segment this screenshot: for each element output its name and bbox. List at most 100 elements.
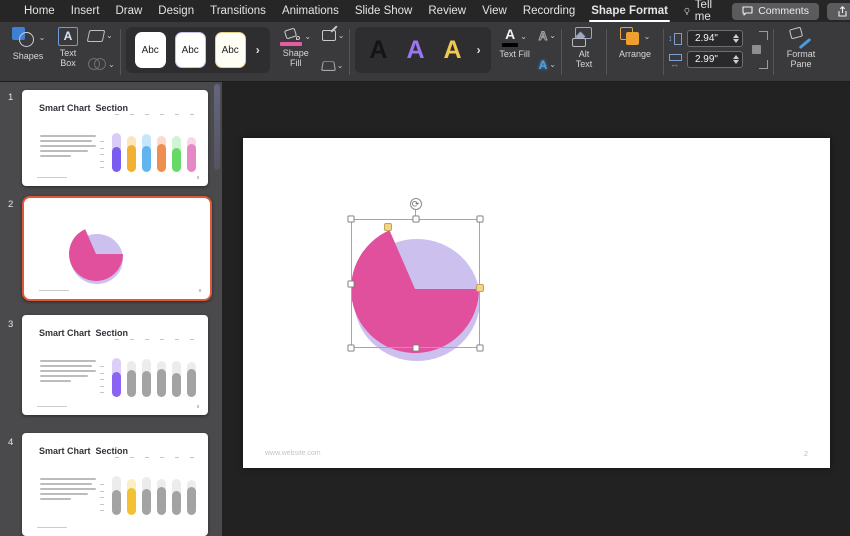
mini-chart-bar [187,339,196,397]
shape-style-option-1[interactable]: Abc [134,32,166,68]
menu-view[interactable]: View [482,5,507,17]
rotation-handle[interactable]: ⟳ [409,198,422,210]
text-fill-button[interactable]: A ⌄ Text Fill [496,27,534,60]
gallery-expand-icon[interactable]: › [255,43,261,57]
text-box-icon: A [58,27,78,46]
chevron-down-icon[interactable]: ⌄ [337,61,344,70]
slide-title: Smart Chart Section [39,103,129,113]
shape-width-field[interactable]: 2.99" [686,51,743,68]
tell-me[interactable]: Tell me [684,0,716,23]
resize-handle-sw[interactable] [347,344,355,352]
body-text-placeholder [40,360,96,382]
shape-adjust-handle-right[interactable] [476,284,484,292]
slide-thumbnail-2-selected[interactable] [22,196,212,301]
shapes-icon [11,27,37,49]
menu-transitions[interactable]: Transitions [210,5,266,17]
arrange-button[interactable]: ⌄ Arrange [612,27,658,60]
resize-handle-s[interactable] [412,344,419,352]
menu-shape-format[interactable]: Shape Format [589,5,670,22]
chevron-down-icon[interactable]: ⌄ [39,34,46,42]
shape-width-icon [668,53,683,69]
chevron-down-icon[interactable]: ⌄ [549,32,556,40]
format-pane-button[interactable]: Format Pane [779,26,823,70]
resize-handle-nw[interactable] [347,215,355,223]
slide-page-number: 2 [803,449,808,458]
slide-editor[interactable]: ⟳ www.website.com 2 [243,138,830,468]
alt-text-button[interactable]: Alt Text [567,27,601,70]
shape-styles-gallery: Abc Abc Abc › [125,27,270,73]
mini-bar-chart [100,114,196,172]
chevron-down-icon[interactable]: ⌄ [644,33,651,41]
resize-handle-n[interactable] [412,215,419,223]
text-fill-label: Text Fill [499,49,530,59]
width-stepper[interactable] [732,55,739,64]
lock-aspect-ratio-toggle[interactable] [751,31,768,69]
shape-effects-icon [320,61,336,72]
chevron-down-icon[interactable]: ⌄ [549,61,556,69]
slide-thumbnail-1[interactable]: Smart Chart Section [22,90,208,186]
wordart-option-3[interactable]: A [439,37,467,63]
wordart-option-2[interactable]: A [401,37,429,63]
mini-chart-bar [172,457,181,515]
lightbulb-icon [684,7,690,15]
wordart-option-1[interactable]: A [364,37,392,63]
share-button[interactable]: Share [826,2,850,20]
chevron-down-icon[interactable]: ⌄ [106,32,113,40]
footer-placeholder [37,176,67,178]
text-effects-button[interactable]: A ⌄ [539,59,556,71]
mini-chart-bar [142,114,151,172]
slide-canvas-area: ⟳ www.website.com 2 [222,82,850,536]
pie-shape-layer [351,230,480,361]
shape-height-field[interactable]: 2.94" [686,30,743,47]
gallery-expand-icon[interactable]: › [476,43,482,57]
shape-outline-button[interactable]: ⌄ [321,30,345,41]
shape-edit-group: ⌄ ⌄ [86,27,115,71]
shape-adjust-handle-top[interactable] [384,223,392,231]
slide-thumbnail-4[interactable]: Smart Chart Section [22,433,208,536]
body-text-placeholder [40,478,96,500]
mini-chart-bar [112,114,121,172]
menu-insert[interactable]: Insert [71,5,100,17]
edit-shape-button[interactable]: ⌄ [86,30,115,42]
edit-shape-icon [86,30,106,42]
chevron-down-icon[interactable]: ⌄ [338,31,345,40]
menu-review[interactable]: Review [428,5,466,17]
slide-footer-url: www.website.com [265,450,321,457]
menu-design[interactable]: Design [158,5,194,17]
merge-shapes-button[interactable]: ⌄ [88,58,115,71]
menu-home[interactable]: Home [24,5,55,17]
menu-recording[interactable]: Recording [523,5,575,17]
resize-handle-se[interactable] [476,344,484,352]
slide-title: Smart Chart Section [39,328,129,338]
chart-y-axis [100,141,104,168]
menu-animations[interactable]: Animations [282,5,339,17]
share-icon [838,5,847,17]
pie-shape-thumbnail [69,229,123,284]
shape-height-icon [668,32,683,45]
height-stepper[interactable] [732,34,739,43]
sidebar-scrollbar[interactable] [214,84,220,170]
shape-effects-button[interactable]: ⌄ [320,60,345,72]
shape-style-option-3[interactable]: Abc [214,32,246,68]
shape-fill-button[interactable]: ⌄ Shape Fill [275,27,317,69]
resize-handle-w[interactable] [347,280,355,287]
chevron-down-icon[interactable]: ⌄ [108,60,115,69]
page-number-placeholder [196,405,199,408]
shapes-button[interactable]: ⌄ Shapes [8,27,48,62]
text-outline-button[interactable]: A ⌄ [538,30,556,43]
mini-chart-bar [187,457,196,515]
alt-text-icon [571,27,596,47]
chevron-down-icon[interactable]: ⌄ [520,33,527,41]
chevron-down-icon[interactable]: ⌄ [304,32,311,41]
menu-slide-show[interactable]: Slide Show [355,5,413,17]
ribbon-divider [349,29,351,75]
resize-handle-ne[interactable] [476,215,484,223]
menu-draw[interactable]: Draw [115,5,142,17]
shape-style-option-2[interactable]: Abc [174,32,206,68]
comments-button[interactable]: Comments [732,2,819,20]
mini-bar-chart [100,457,196,515]
comments-label: Comments [758,5,809,17]
slide-thumbnail-3[interactable]: Smart Chart Section [22,315,208,415]
ribbon-divider [662,29,664,75]
text-box-button[interactable]: A Text Box [53,27,83,69]
